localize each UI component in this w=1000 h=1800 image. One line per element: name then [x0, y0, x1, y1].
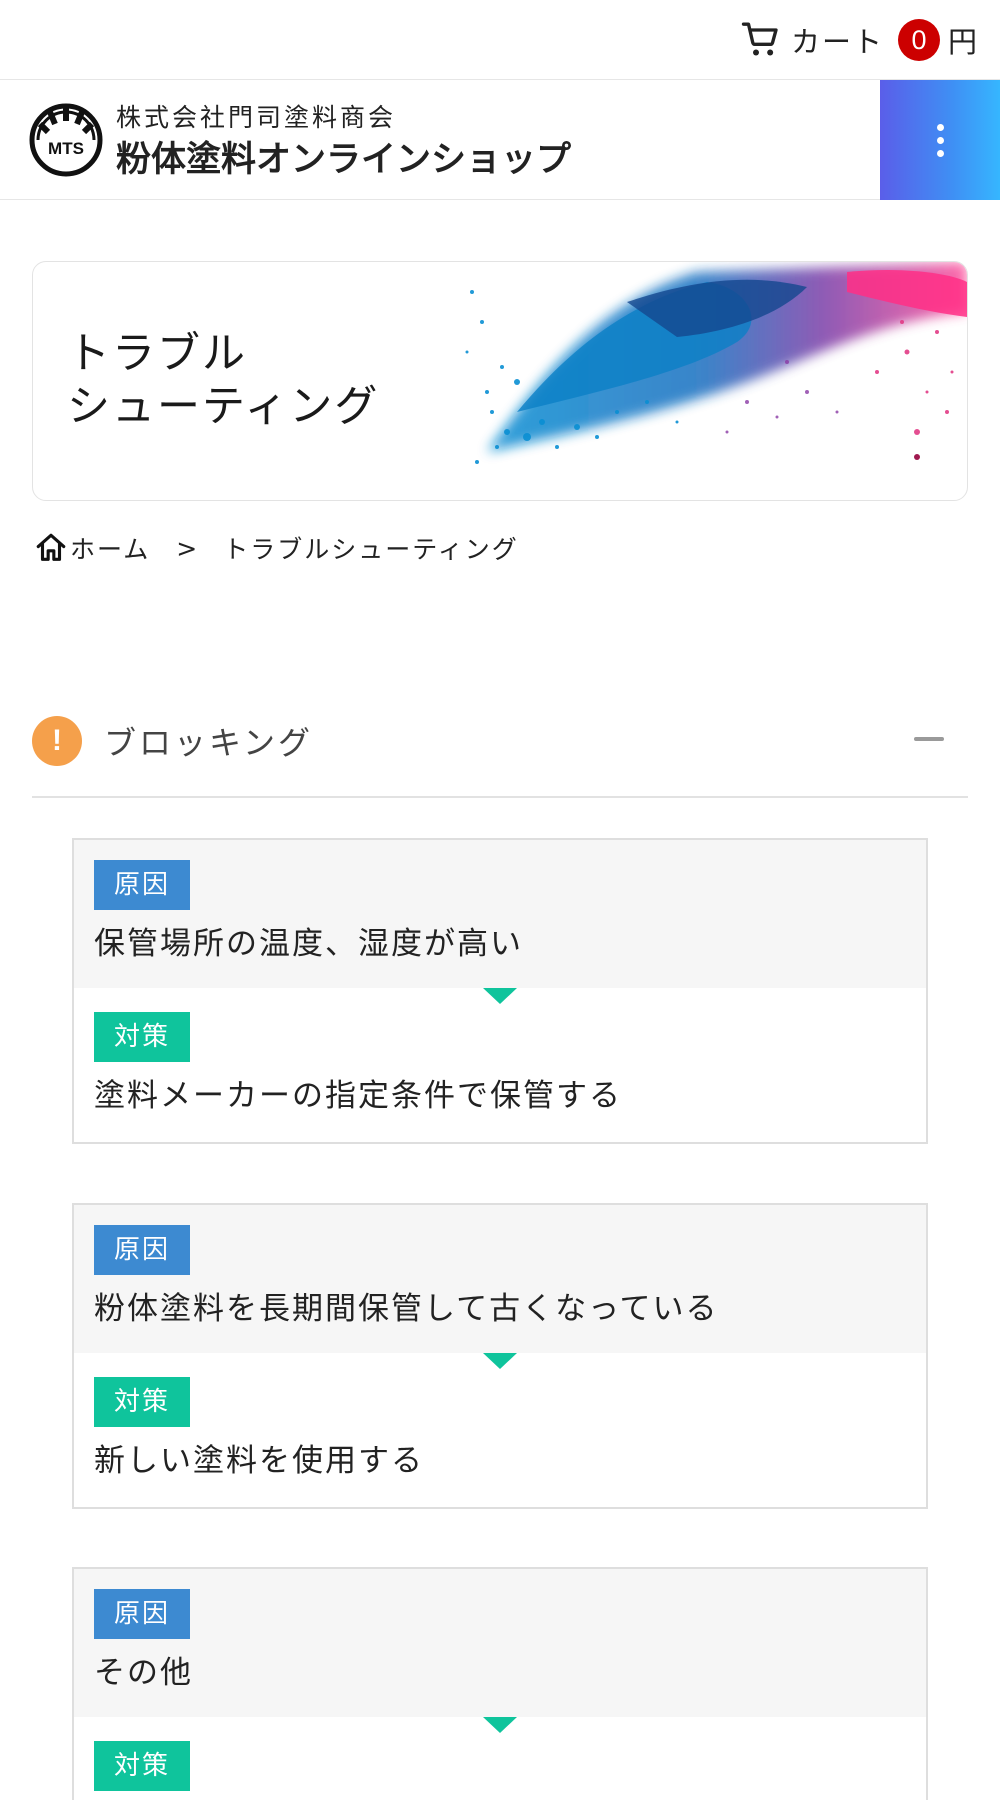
cause-text: 保管場所の温度、湿度が高い: [94, 926, 523, 962]
cause-tag: 原因: [94, 860, 191, 910]
down-arrow-icon: [483, 988, 517, 1004]
cause-block: 原因 粉体塗料を長期間保管して古くなっている: [74, 1205, 926, 1369]
down-arrow-icon: [483, 1353, 517, 1369]
company-name: 株式会社門司塗料商会: [116, 103, 397, 132]
home-icon[interactable]: [34, 531, 68, 565]
cart-count-badge: 0: [897, 19, 940, 61]
cause-fix-card: 原因 保管場所の温度、湿度が高い 対策 塗料メーカーの指定条件で保管する: [72, 838, 928, 1144]
accordion-title: ブロッキング: [104, 724, 314, 762]
fix-tag: 対策: [94, 1741, 191, 1791]
menu-button[interactable]: [880, 80, 1000, 200]
breadcrumb-current: トラブルシューティング: [223, 535, 519, 564]
fix-text: 塗料メーカーの指定条件で保管する: [94, 1078, 622, 1114]
cause-fix-card: 原因 粉体塗料を長期間保管して古くなっている 対策 新しい塗料を使用する: [72, 1203, 928, 1509]
fix-tag: 対策: [94, 1012, 191, 1062]
breadcrumb-separator: >: [176, 533, 200, 563]
cause-text: その他: [94, 1655, 193, 1691]
cause-block: 原因 その他: [74, 1569, 926, 1733]
fix-block: 対策 新しい塗料を使用する: [74, 1353, 926, 1507]
cart-label: カート: [790, 25, 884, 59]
exclamation-icon: !: [32, 716, 82, 766]
breadcrumb-home-link[interactable]: ホーム: [70, 530, 150, 566]
cause-tag: 原因: [94, 1225, 191, 1275]
cart-icon: [741, 22, 778, 56]
cart-unit: 円: [947, 25, 978, 59]
fix-text: 新しい塗料を使用する: [94, 1443, 424, 1479]
vertical-dots-icon: [936, 123, 944, 131]
cart-link[interactable]: カート 0 円: [741, 17, 978, 63]
cause-fix-card: 原因 その他 対策: [72, 1567, 928, 1800]
cause-block: 原因 保管場所の温度、湿度が高い: [74, 840, 926, 1004]
cause-text: 粉体塗料を長期間保管して古くなっている: [94, 1291, 719, 1327]
breadcrumb: ホーム > トラブルシューティング: [34, 528, 519, 568]
shop-name[interactable]: 粉体塗料オンラインショップ: [116, 131, 571, 182]
page-hero-banner: トラブル シューティング: [32, 261, 968, 501]
site-header: MTS 株式会社門司塗料商会 粉体塗料オンラインショップ: [0, 80, 1000, 200]
page-title: トラブル シューティング: [67, 329, 380, 432]
down-arrow-icon: [483, 1717, 517, 1733]
cause-tag: 原因: [94, 1589, 191, 1639]
accordion-header-blocking[interactable]: ! ブロッキング: [32, 708, 968, 798]
logo-icon[interactable]: MTS: [28, 102, 104, 178]
minus-icon[interactable]: [914, 737, 944, 741]
powder-splash-image: [465, 262, 967, 464]
fix-tag: 対策: [94, 1377, 191, 1427]
fix-block: 対策 塗料メーカーの指定条件で保管する: [74, 988, 926, 1142]
logo-text: MTS: [48, 139, 84, 158]
top-bar: カート 0 円: [0, 0, 1000, 80]
